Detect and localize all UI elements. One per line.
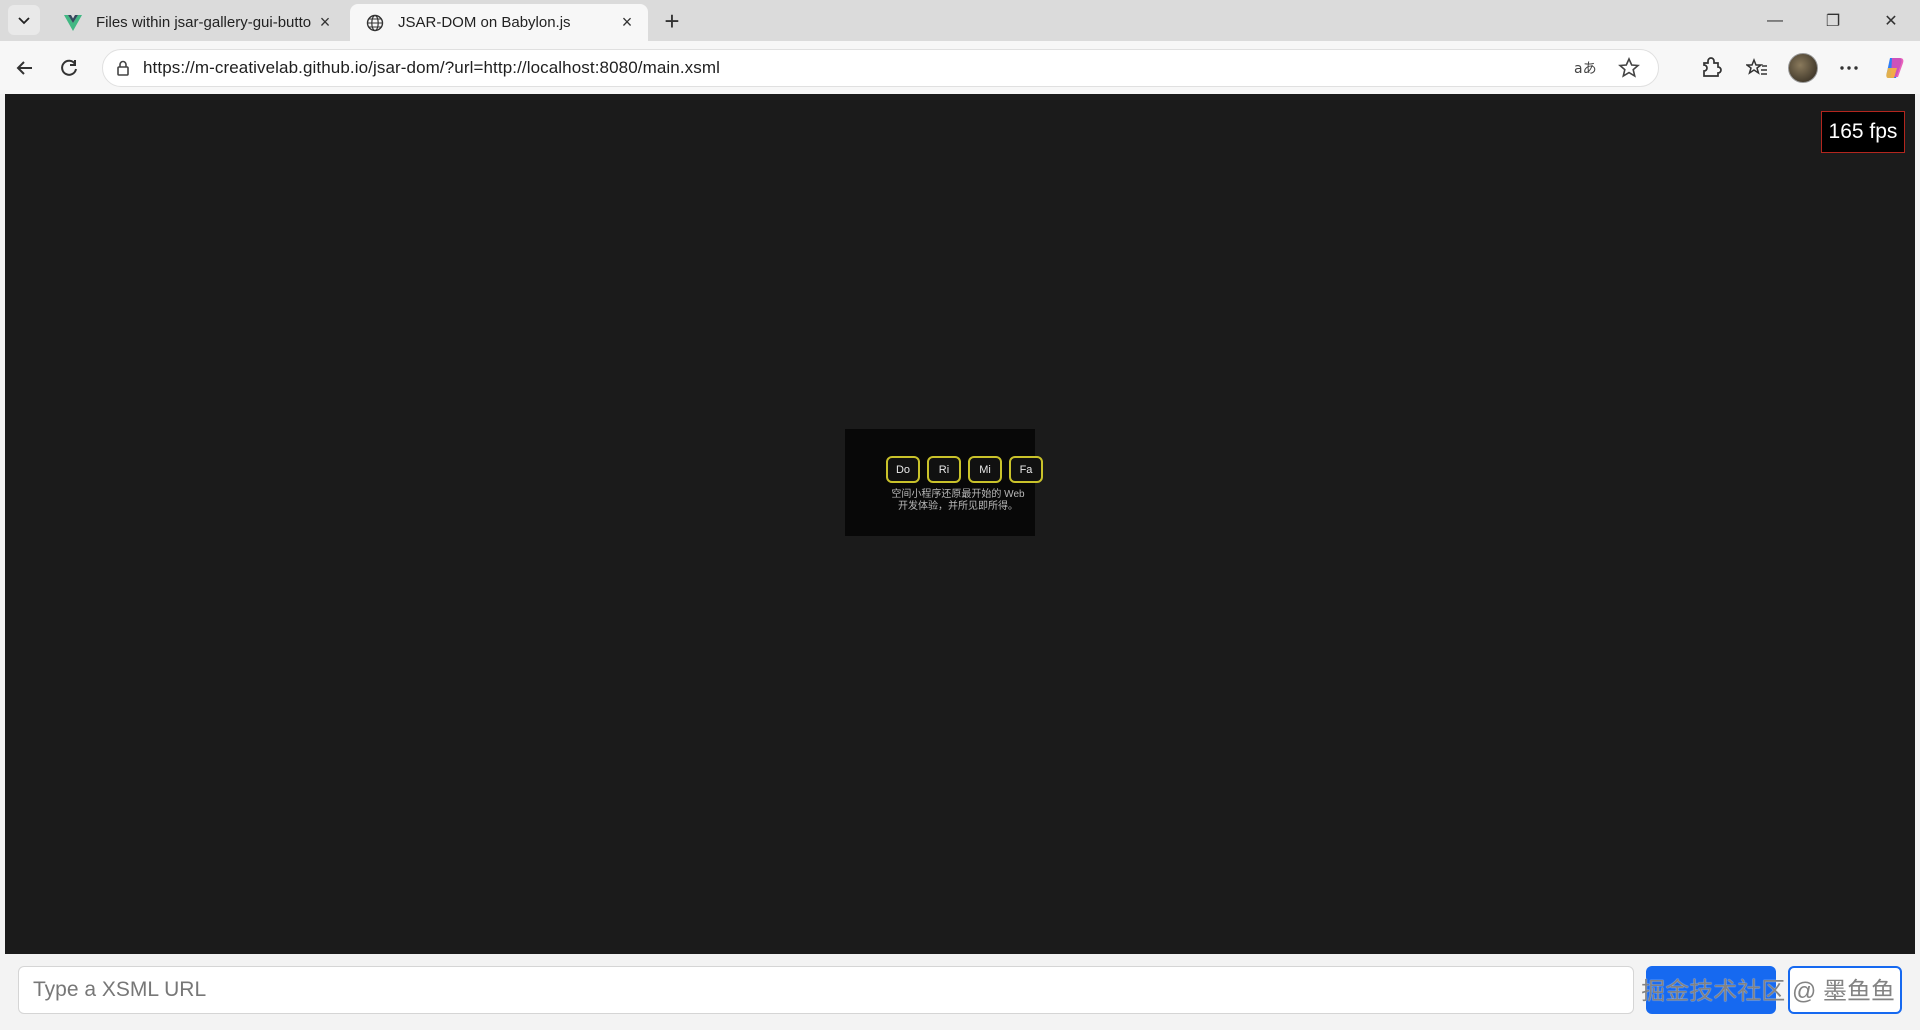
note-button-do[interactable]: Do	[886, 456, 920, 483]
new-tab-button[interactable]: +	[657, 6, 687, 36]
restore-icon[interactable]: ❐	[1804, 0, 1862, 41]
note-button-group: Do Ri Mi Fa	[886, 456, 1043, 483]
favorites-list-icon[interactable]	[1742, 53, 1772, 83]
scene-text-line: 开发体验，并所见即所得。	[898, 501, 1018, 512]
close-window-icon[interactable]: ✕	[1862, 0, 1920, 41]
note-button-fa[interactable]: Fa	[1009, 456, 1043, 483]
copilot-icon[interactable]	[1880, 53, 1910, 83]
tab-actions-menu-button[interactable]	[8, 5, 40, 35]
tab-title: JSAR-DOM on Babylon.js	[398, 14, 571, 31]
extensions-icon[interactable]	[1696, 53, 1726, 83]
svg-text:aあ: aあ	[1574, 61, 1596, 77]
url-text: https://m-creativelab.github.io/jsar-dom…	[143, 58, 720, 77]
jsar-render-viewport[interactable]: 165 fps Do Ri Mi Fa 空间小程序还原最开始的 Web 开发体验…	[5, 94, 1915, 954]
more-options-icon[interactable]	[1834, 53, 1864, 83]
address-bar[interactable]: https://m-creativelab.github.io/jsar-dom…	[102, 49, 1659, 87]
close-tab-icon[interactable]: ×	[314, 12, 336, 34]
xsml-scene-preview[interactable]: Do Ri Mi Fa 空间小程序还原最开始的 Web 开发体验，并所见即所得。	[845, 429, 1043, 536]
load-xsml-button[interactable]	[1646, 966, 1776, 1014]
xsml-url-input[interactable]	[18, 966, 1634, 1014]
vue-icon	[62, 12, 84, 34]
profile-avatar[interactable]	[1788, 53, 1818, 83]
reload-button[interactable]	[52, 51, 86, 85]
browser-toolbar: https://m-creativelab.github.io/jsar-dom…	[0, 41, 1920, 94]
translate-icon[interactable]: aあ	[1570, 53, 1600, 83]
globe-icon	[364, 12, 386, 34]
tab-files-within[interactable]: Files within jsar-gallery-gui-butto ×	[48, 4, 346, 41]
scene-description: 空间小程序还原最开始的 Web 开发体验，并所见即所得。	[883, 489, 1033, 513]
fps-counter: 165 fps	[1821, 111, 1905, 153]
back-arrow-icon	[16, 61, 32, 75]
window-controls: — ❐ ✕	[1746, 0, 1920, 41]
site-info-icon[interactable]	[103, 59, 143, 77]
note-button-ri[interactable]: Ri	[927, 456, 961, 483]
secondary-action-button[interactable]	[1788, 966, 1902, 1014]
chevron-down-icon	[18, 17, 30, 25]
tab-jsar-dom[interactable]: JSAR-DOM on Babylon.js ×	[350, 4, 648, 41]
reload-icon	[61, 59, 77, 76]
favorite-star-icon[interactable]	[1614, 53, 1644, 83]
back-button[interactable]	[8, 51, 42, 85]
note-button-mi[interactable]: Mi	[968, 456, 1002, 483]
browser-tab-bar: Files within jsar-gallery-gui-butto × JS…	[0, 0, 1920, 41]
minimize-icon[interactable]: —	[1746, 0, 1804, 41]
xsml-url-bar: 掘金技术社区 @ 墨鱼鱼	[0, 954, 1920, 1030]
scene-text-line: 空间小程序还原最开始的 Web	[891, 489, 1025, 500]
tab-title: Files within jsar-gallery-gui-butto	[96, 14, 312, 31]
close-tab-icon[interactable]: ×	[616, 12, 638, 34]
